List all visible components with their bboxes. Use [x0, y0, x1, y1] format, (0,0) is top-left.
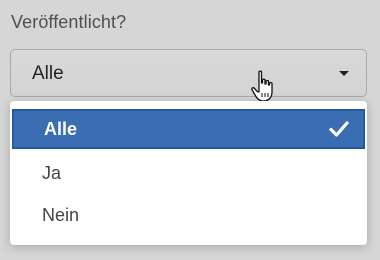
hand-pointer-icon	[251, 70, 273, 102]
published-filter-label: Veröffentlicht?	[11, 12, 127, 32]
option-label: Nein	[42, 205, 80, 225]
select-current-value: Alle	[32, 63, 64, 84]
option-ja[interactable]: Ja	[10, 153, 367, 193]
published-filter-dropdown: Alle Ja Nein	[10, 101, 367, 245]
option-alle[interactable]: Alle	[12, 109, 365, 149]
check-icon	[329, 121, 349, 137]
published-filter-select[interactable]: Alle	[10, 49, 367, 97]
option-label: Ja	[42, 163, 62, 183]
option-nein[interactable]: Nein	[10, 195, 367, 235]
option-label: Alle	[44, 119, 78, 139]
chevron-down-icon	[339, 71, 349, 76]
